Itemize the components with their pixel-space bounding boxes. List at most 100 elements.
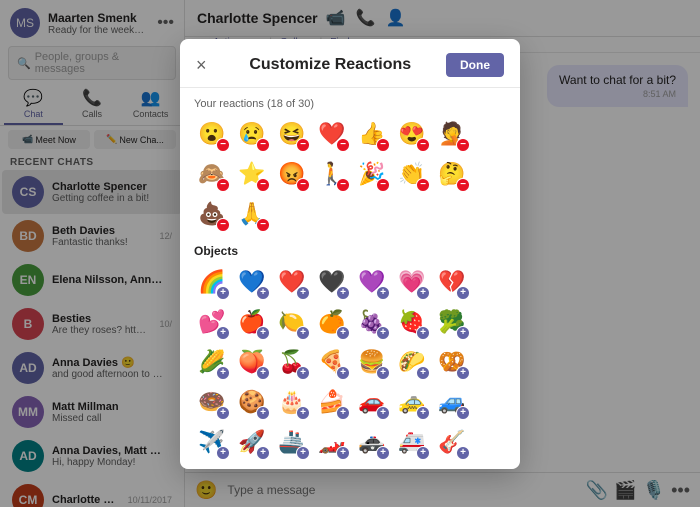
add-badge: + xyxy=(456,406,470,420)
reaction-item[interactable]: 🤦 − xyxy=(434,116,470,152)
add-badge: + xyxy=(376,446,390,460)
add-badge: + xyxy=(336,326,350,340)
reaction-item[interactable]: 😆 − xyxy=(274,116,310,152)
object-emoji-item[interactable]: 🍓 + xyxy=(394,304,430,340)
object-emoji-item[interactable]: 🏎️ + xyxy=(314,424,350,460)
reaction-item[interactable]: 👏 − xyxy=(394,156,430,192)
reaction-item[interactable]: 😮 − xyxy=(194,116,230,152)
your-reactions-grid: 😮 −😢 −😆 −❤️ −👍 −😍 −🤦 − 🙈 −⭐ −😡 −🚶 −🎉 −👏 −… xyxy=(194,116,506,232)
add-badge: + xyxy=(416,286,430,300)
object-emoji-item[interactable]: 🎻 + xyxy=(234,464,270,469)
object-emoji-item[interactable]: 🎲 + xyxy=(354,464,390,469)
object-emoji-item[interactable]: 💔 + xyxy=(434,264,470,300)
add-badge: + xyxy=(456,326,470,340)
add-badge: + xyxy=(456,286,470,300)
object-emoji-item[interactable]: 💙 + xyxy=(234,264,270,300)
object-emoji-item[interactable]: ♟️ + xyxy=(394,464,430,469)
object-emoji-item[interactable]: 🌽 + xyxy=(194,344,230,380)
object-emoji-item[interactable]: 🍰 + xyxy=(314,384,350,420)
object-emoji-item[interactable]: 🎸 + xyxy=(434,424,470,460)
reaction-item[interactable]: 🚶 − xyxy=(314,156,350,192)
add-badge: + xyxy=(296,446,310,460)
remove-badge: − xyxy=(336,138,350,152)
close-icon[interactable]: × xyxy=(196,56,207,74)
object-emoji-item[interactable]: 🚢 + xyxy=(274,424,310,460)
reaction-item[interactable]: ❤️ − xyxy=(314,116,350,152)
add-badge: + xyxy=(336,366,350,380)
add-badge: + xyxy=(216,446,230,460)
object-emoji-item[interactable]: 🍋 + xyxy=(274,304,310,340)
object-emoji-item[interactable]: 🍩 + xyxy=(194,384,230,420)
modal-header: × Customize Reactions Done xyxy=(180,39,520,88)
add-badge: + xyxy=(336,446,350,460)
modal-title: Customize Reactions xyxy=(215,56,446,74)
reaction-item[interactable]: 😍 − xyxy=(394,116,430,152)
object-emoji-item[interactable]: ✈️ + xyxy=(194,424,230,460)
remove-badge: − xyxy=(456,138,470,152)
add-badge: + xyxy=(256,326,270,340)
reaction-item[interactable]: 💩 − xyxy=(194,196,230,232)
add-badge: + xyxy=(336,286,350,300)
object-emoji-item[interactable]: 🥦 + xyxy=(434,304,470,340)
add-badge: + xyxy=(216,326,230,340)
object-emoji-item[interactable]: 🍪 + xyxy=(234,384,270,420)
object-emoji-item[interactable]: 🥨 + xyxy=(434,344,470,380)
modal-body: Your reactions (18 of 30) 😮 −😢 −😆 −❤️ −👍… xyxy=(180,88,520,469)
modal-overlay: × Customize Reactions Done Your reaction… xyxy=(0,0,700,507)
object-emoji-item[interactable]: 🍇 + xyxy=(354,304,390,340)
object-emoji-item[interactable]: 🍊 + xyxy=(314,304,350,340)
object-emoji-item[interactable]: 💜 + xyxy=(354,264,390,300)
reaction-item[interactable]: 👍 − xyxy=(354,116,390,152)
object-emoji-item[interactable]: 🚙 + xyxy=(434,384,470,420)
remove-badge: − xyxy=(216,218,230,232)
add-badge: + xyxy=(416,366,430,380)
reaction-item[interactable]: ⭐ − xyxy=(234,156,270,192)
remove-badge: − xyxy=(256,178,270,192)
object-emoji-item[interactable]: 🍒 + xyxy=(274,344,310,380)
object-emoji-item[interactable]: 🎮 + xyxy=(314,464,350,469)
reaction-item[interactable]: 😡 − xyxy=(274,156,310,192)
remove-badge: − xyxy=(296,138,310,152)
object-emoji-item[interactable]: 🎺 + xyxy=(194,464,230,469)
object-emoji-item[interactable]: 🚀 + xyxy=(234,424,270,460)
add-badge: + xyxy=(296,326,310,340)
remove-badge: − xyxy=(376,138,390,152)
object-emoji-item[interactable]: 🥁 + xyxy=(274,464,310,469)
reaction-item[interactable]: 🤔 − xyxy=(434,156,470,192)
add-badge: + xyxy=(376,326,390,340)
object-emoji-item[interactable]: 🌈 + xyxy=(194,264,230,300)
object-emoji-item[interactable]: 🌮 + xyxy=(394,344,430,380)
reaction-item[interactable]: 🙈 − xyxy=(194,156,230,192)
add-badge: + xyxy=(456,366,470,380)
object-emoji-item[interactable]: 💕 + xyxy=(194,304,230,340)
add-badge: + xyxy=(376,366,390,380)
reaction-item[interactable]: 🙏 − xyxy=(234,196,270,232)
object-emoji-item[interactable]: 🍔 + xyxy=(354,344,390,380)
reaction-item[interactable]: 😢 − xyxy=(234,116,270,152)
object-emoji-item[interactable]: 🎯 + xyxy=(434,464,470,469)
object-emoji-item[interactable]: ❤️ + xyxy=(274,264,310,300)
remove-badge: − xyxy=(416,138,430,152)
add-badge: + xyxy=(256,366,270,380)
objects-label: Objects xyxy=(194,244,506,258)
add-badge: + xyxy=(416,406,430,420)
customize-reactions-modal: × Customize Reactions Done Your reaction… xyxy=(180,39,520,469)
object-emoji-item[interactable]: 🎂 + xyxy=(274,384,310,420)
object-emoji-item[interactable]: 🚗 + xyxy=(354,384,390,420)
reaction-item[interactable]: 🎉 − xyxy=(354,156,390,192)
remove-badge: − xyxy=(376,178,390,192)
object-emoji-item[interactable]: 🍑 + xyxy=(234,344,270,380)
object-emoji-item[interactable]: 🚑 + xyxy=(394,424,430,460)
done-button[interactable]: Done xyxy=(446,53,504,77)
add-badge: + xyxy=(456,446,470,460)
object-emoji-item[interactable]: 🍕 + xyxy=(314,344,350,380)
object-emoji-item[interactable]: 🚕 + xyxy=(394,384,430,420)
object-emoji-item[interactable]: 🍎 + xyxy=(234,304,270,340)
object-emoji-item[interactable]: 🚓 + xyxy=(354,424,390,460)
object-emoji-item[interactable]: 🖤 + xyxy=(314,264,350,300)
add-badge: + xyxy=(256,446,270,460)
add-badge: + xyxy=(216,366,230,380)
object-emoji-item[interactable]: 💗 + xyxy=(394,264,430,300)
add-badge: + xyxy=(376,286,390,300)
add-badge: + xyxy=(296,406,310,420)
